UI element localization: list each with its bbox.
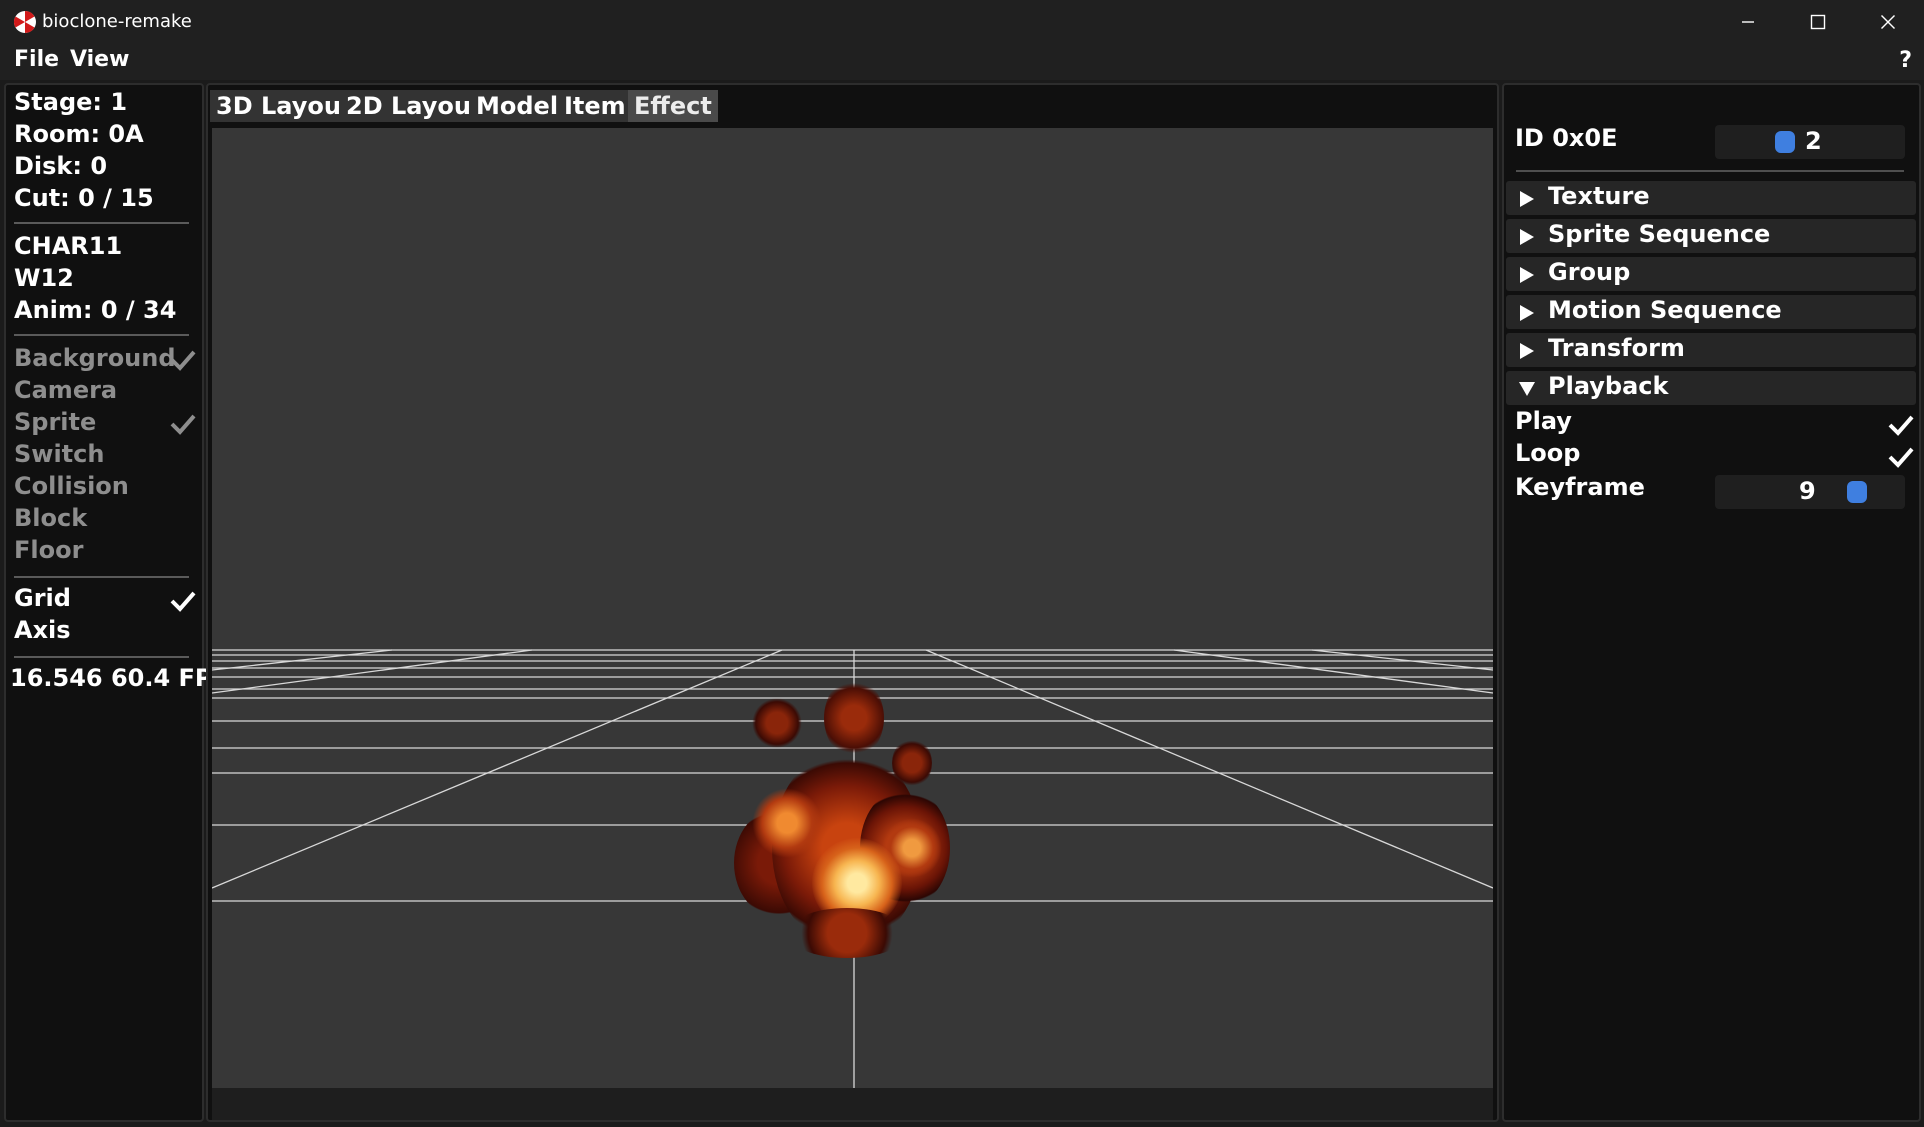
layer-block-toggle[interactable]: Block xyxy=(14,504,87,532)
triangle-down-icon xyxy=(1519,382,1535,396)
3d-viewport[interactable] xyxy=(212,128,1493,1088)
close-button[interactable] xyxy=(1853,0,1923,44)
window-title: bioclone-remake xyxy=(42,11,192,32)
check-icon xyxy=(170,414,196,435)
id-slider[interactable]: 2 xyxy=(1715,125,1905,159)
layer-background-toggle[interactable]: Background xyxy=(14,344,176,372)
keyframe-value: 9 xyxy=(1799,477,1816,505)
anim-label: Anim: 0 / 34 xyxy=(14,296,177,324)
check-icon xyxy=(170,350,196,371)
triangle-right-icon xyxy=(1520,191,1534,207)
minimize-button[interactable] xyxy=(1713,0,1783,44)
layer-floor-toggle[interactable]: Floor xyxy=(14,536,83,564)
menu-view[interactable]: View xyxy=(70,47,129,72)
tab-effect[interactable]: Effect xyxy=(628,90,718,122)
menu-bar: File View ? xyxy=(0,44,1924,80)
section-transform[interactable]: Transform xyxy=(1506,333,1916,367)
layer-collision-toggle[interactable]: Collision xyxy=(14,472,129,500)
id-value: 2 xyxy=(1805,127,1822,155)
section-sprite-sequence[interactable]: Sprite Sequence xyxy=(1506,219,1916,253)
section-group[interactable]: Group xyxy=(1506,257,1916,291)
separator xyxy=(14,656,189,658)
umbrella-logo-icon xyxy=(14,11,36,33)
maximize-button[interactable] xyxy=(1783,0,1853,44)
slider-handle[interactable] xyxy=(1847,481,1867,503)
keyframe-slider[interactable]: 9 xyxy=(1715,475,1905,509)
layer-camera-toggle[interactable]: Camera xyxy=(14,376,117,404)
minimize-icon xyxy=(1742,21,1754,23)
loop-toggle[interactable]: Loop xyxy=(1515,439,1580,467)
triangle-right-icon xyxy=(1520,343,1534,359)
tab-model[interactable]: Model xyxy=(470,90,565,122)
menu-help[interactable]: ? xyxy=(1899,48,1912,73)
section-label: Playback xyxy=(1548,372,1669,400)
section-label: Transform xyxy=(1548,334,1685,362)
tab-item[interactable]: Item xyxy=(558,90,632,122)
room-label: Room: 0A xyxy=(14,120,144,148)
disk-label: Disk: 0 xyxy=(14,152,108,180)
char-label: CHAR11 xyxy=(14,232,123,260)
check-icon xyxy=(1888,415,1914,436)
section-label: Texture xyxy=(1548,182,1650,210)
maximize-icon xyxy=(1810,14,1826,30)
slider-handle[interactable] xyxy=(1775,131,1795,153)
triangle-right-icon xyxy=(1520,229,1534,245)
title-bar: bioclone-remake xyxy=(0,0,1924,44)
menu-file[interactable]: File xyxy=(14,47,59,72)
weapon-label: W12 xyxy=(14,264,74,292)
separator xyxy=(14,334,189,336)
viewport-footer xyxy=(212,1088,1493,1120)
tab-2d-layout[interactable]: 2D Layout xyxy=(340,90,489,122)
fps-counter: 16.546 60.4 FPS xyxy=(10,664,230,692)
tab-3d-layout[interactable]: 3D Layout xyxy=(210,90,359,122)
separator xyxy=(1516,170,1904,172)
triangle-right-icon xyxy=(1520,305,1534,321)
check-icon xyxy=(170,591,196,612)
cut-label: Cut: 0 / 15 xyxy=(14,184,154,212)
check-icon xyxy=(1888,447,1914,468)
layer-sprite-toggle[interactable]: Sprite xyxy=(14,408,96,436)
grid-toggle[interactable]: Grid xyxy=(14,584,71,612)
axis-toggle[interactable]: Axis xyxy=(14,616,71,644)
separator xyxy=(14,576,189,578)
section-texture[interactable]: Texture xyxy=(1506,181,1916,215)
close-icon xyxy=(1881,15,1895,29)
section-motion-sequence[interactable]: Motion Sequence xyxy=(1506,295,1916,329)
section-label: Sprite Sequence xyxy=(1548,220,1771,248)
play-toggle[interactable]: Play xyxy=(1515,407,1572,435)
stage-label: Stage: 1 xyxy=(14,88,128,116)
section-playback[interactable]: Playback xyxy=(1506,371,1916,405)
layer-switch-toggle[interactable]: Switch xyxy=(14,440,104,468)
separator xyxy=(14,222,189,224)
triangle-right-icon xyxy=(1520,267,1534,283)
section-label: Motion Sequence xyxy=(1548,296,1782,324)
id-label: ID 0x0E xyxy=(1515,124,1618,152)
section-label: Group xyxy=(1548,258,1631,286)
keyframe-label: Keyframe xyxy=(1515,473,1645,501)
